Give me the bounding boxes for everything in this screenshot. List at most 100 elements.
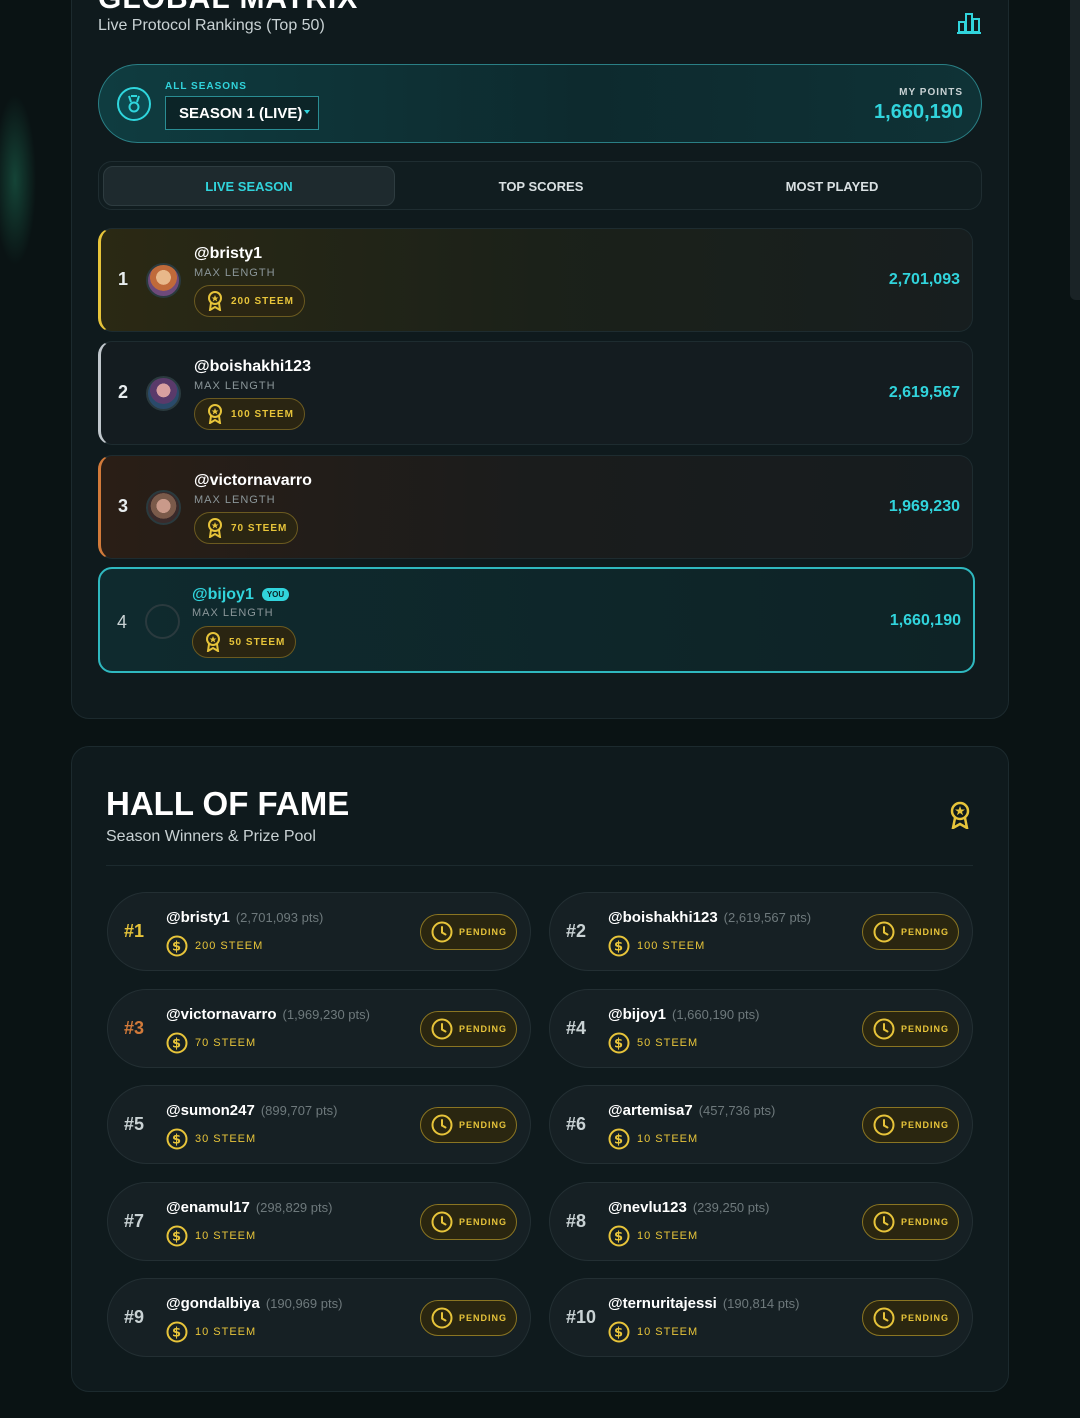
winner-rank: #4 bbox=[566, 1017, 587, 1038]
winner-prize: $70 STEEM bbox=[166, 1032, 256, 1054]
game-mode: MAX LENGTH bbox=[194, 494, 276, 506]
award-icon bbox=[208, 404, 222, 424]
pending-status-text: PENDING bbox=[901, 1120, 950, 1130]
winner-points: (190,969 pts) bbox=[265, 1296, 343, 1311]
winner-card[interactable]: #6 @artemisa7 (457,736 pts) $10 STEEM PENDIN… bbox=[549, 1085, 973, 1164]
winner-username-text: @nevlu123 bbox=[608, 1198, 687, 1216]
username-text: @bijoy1 bbox=[192, 586, 254, 603]
svg-text:$: $ bbox=[172, 1036, 182, 1051]
svg-text:$: $ bbox=[172, 940, 182, 955]
winner-card[interactable]: #2 @boishakhi123 (2,619,567 pts) $100 STEEM… bbox=[549, 892, 973, 971]
winner-username: @enamul17 (298,829 pts) bbox=[166, 1199, 332, 1216]
rank-number: 4 bbox=[117, 612, 128, 632]
winner-card[interactable]: #3 @victornavarro (1,969,230 pts) $70 STEEM… bbox=[107, 988, 531, 1068]
pending-status-text: PENDING bbox=[901, 927, 950, 937]
pending-status-badge: PENDING bbox=[862, 1203, 959, 1240]
winner-username-text: @artemisa7 bbox=[608, 1102, 693, 1119]
winner-card[interactable]: #5 @sumon247 (899,707 pts) $30 STEEM PENDING bbox=[107, 1085, 531, 1164]
winner-username-text: @gondalbiya bbox=[166, 1295, 260, 1312]
winner-prize: $10 STEEM bbox=[166, 1225, 256, 1247]
pending-status-badge: PENDING bbox=[862, 1010, 959, 1047]
season-selector-card: ALL SEASONS SEASON 1 (LIVE) MY POINTS 1,… bbox=[98, 64, 982, 143]
bar-chart-icon[interactable] bbox=[957, 12, 981, 34]
winner-prize: $10 STEEM bbox=[608, 1321, 698, 1343]
svg-text:$: $ bbox=[172, 1326, 182, 1341]
winner-prize-amount: 200 STEEM bbox=[195, 940, 264, 952]
winner-rank: #1 bbox=[124, 921, 145, 941]
dollar-coin-icon: $ bbox=[608, 935, 630, 957]
prize-amount: 50 STEEM bbox=[229, 636, 286, 648]
svg-text:$: $ bbox=[614, 1036, 624, 1051]
tab-top-scores[interactable]: TOP SCORES bbox=[395, 166, 687, 206]
svg-text:$: $ bbox=[614, 940, 624, 955]
winner-prize-amount: 100 STEEM bbox=[637, 940, 706, 952]
winner-prize: $200 STEEM bbox=[166, 935, 263, 957]
winner-points: (1,660,190 pts) bbox=[671, 1006, 760, 1022]
dollar-coin-icon: $ bbox=[166, 935, 188, 957]
winner-username: @bristy1 (2,701,093 pts) bbox=[166, 909, 323, 926]
pending-status-text: PENDING bbox=[901, 1216, 950, 1227]
avatar bbox=[145, 604, 180, 639]
svg-text:$: $ bbox=[614, 1326, 624, 1341]
winner-rank: #5 bbox=[124, 1114, 145, 1134]
scrollbar[interactable] bbox=[1070, 0, 1080, 300]
winner-card[interactable]: #9 @gondalbiya (190,969 pts) $10 STEEM PENDI… bbox=[107, 1278, 531, 1357]
medal-icon bbox=[117, 87, 151, 121]
tab-live-season[interactable]: LIVE SEASON bbox=[103, 166, 395, 206]
winner-card[interactable]: #7 @enamul17 (298,829 pts) $10 STEEM PENDING bbox=[107, 1181, 531, 1261]
clock-icon bbox=[431, 1018, 453, 1039]
ranking-row[interactable]: 1 @bristy1 MAX LENGTH 200 STEEM 2,701,09… bbox=[98, 228, 973, 332]
clock-icon bbox=[873, 1114, 895, 1136]
all-seasons-label: ALL SEASONS bbox=[165, 81, 247, 92]
prize-badge: 100 STEEM bbox=[194, 398, 305, 430]
background-glow bbox=[0, 80, 40, 280]
pending-status-text: PENDING bbox=[459, 1313, 508, 1323]
svg-text:$: $ bbox=[172, 1133, 182, 1148]
winner-prize: $50 STEEM bbox=[608, 1032, 698, 1054]
svg-text:$: $ bbox=[172, 1229, 182, 1244]
ranking-row-current-user[interactable]: 4 @bijoy1 YOU MAX LENGTH 50 STEEM 1,660,1… bbox=[98, 567, 975, 673]
award-icon bbox=[206, 632, 220, 652]
rank-number: 1 bbox=[118, 269, 129, 289]
game-mode: MAX LENGTH bbox=[194, 380, 276, 392]
winner-rank: #7 bbox=[124, 1210, 145, 1231]
ranking-row[interactable]: 3 @victornavarro MAX LENGTH 70 STEEM 1,9… bbox=[98, 455, 973, 559]
clock-icon bbox=[431, 1114, 453, 1136]
dollar-coin-icon: $ bbox=[166, 1032, 188, 1053]
award-icon bbox=[208, 518, 222, 538]
username: @boishakhi123 bbox=[194, 358, 311, 375]
winner-points: (457,736 pts) bbox=[698, 1103, 776, 1118]
score: 2,701,093 bbox=[888, 271, 960, 288]
winner-username-text: @bijoy1 bbox=[608, 1005, 666, 1023]
winner-rank: #3 bbox=[124, 1017, 145, 1038]
season-select[interactable]: SEASON 1 (LIVE) bbox=[165, 96, 319, 130]
winner-points: (2,701,093 pts) bbox=[235, 910, 324, 925]
winner-prize-amount: 10 STEEM bbox=[637, 1133, 699, 1145]
global-matrix-title: GLOBAL MATRIX bbox=[98, 0, 358, 16]
tab-most-played[interactable]: MOST PLAYED bbox=[686, 166, 978, 206]
winner-card[interactable]: #10 @ternuritajessi (190,814 pts) $10 STEEM… bbox=[549, 1278, 973, 1357]
winner-username: @nevlu123 (239,250 pts) bbox=[608, 1199, 769, 1216]
my-points-value: 1,660,190 bbox=[874, 101, 963, 123]
dollar-coin-icon: $ bbox=[608, 1032, 630, 1053]
winner-points: (298,829 pts) bbox=[255, 1199, 333, 1215]
avatar bbox=[146, 263, 181, 298]
prize-amount: 200 STEEM bbox=[231, 295, 294, 307]
winner-username: @victornavarro (1,969,230 pts) bbox=[166, 1006, 370, 1023]
pending-status-badge: PENDING bbox=[862, 1300, 959, 1336]
winner-points: (2,619,567 pts) bbox=[723, 910, 812, 925]
winner-rank: #10 bbox=[566, 1307, 597, 1327]
my-points-label: MY POINTS bbox=[899, 87, 963, 98]
ranking-row[interactable]: 2 @boishakhi123 MAX LENGTH 100 STEEM 2,6… bbox=[98, 341, 973, 445]
winner-card[interactable]: #4 @bijoy1 (1,660,190 pts) $50 STEEM PENDING bbox=[549, 988, 973, 1068]
winner-card[interactable]: #1 @bristy1 (2,701,093 pts) $200 STEEM PENDI… bbox=[107, 892, 531, 971]
winner-prize: $10 STEEM bbox=[608, 1225, 698, 1247]
clock-icon bbox=[873, 921, 895, 943]
pending-status-badge: PENDING bbox=[420, 1300, 517, 1336]
clock-icon bbox=[431, 921, 453, 943]
dollar-coin-icon: $ bbox=[608, 1321, 630, 1343]
hall-of-fame-subtitle: Season Winners & Prize Pool bbox=[106, 828, 316, 845]
game-mode: MAX LENGTH bbox=[192, 607, 274, 619]
winner-card[interactable]: #8 @nevlu123 (239,250 pts) $10 STEEM PENDING bbox=[549, 1181, 973, 1261]
season-select-value: SEASON 1 (LIVE) bbox=[179, 104, 303, 122]
